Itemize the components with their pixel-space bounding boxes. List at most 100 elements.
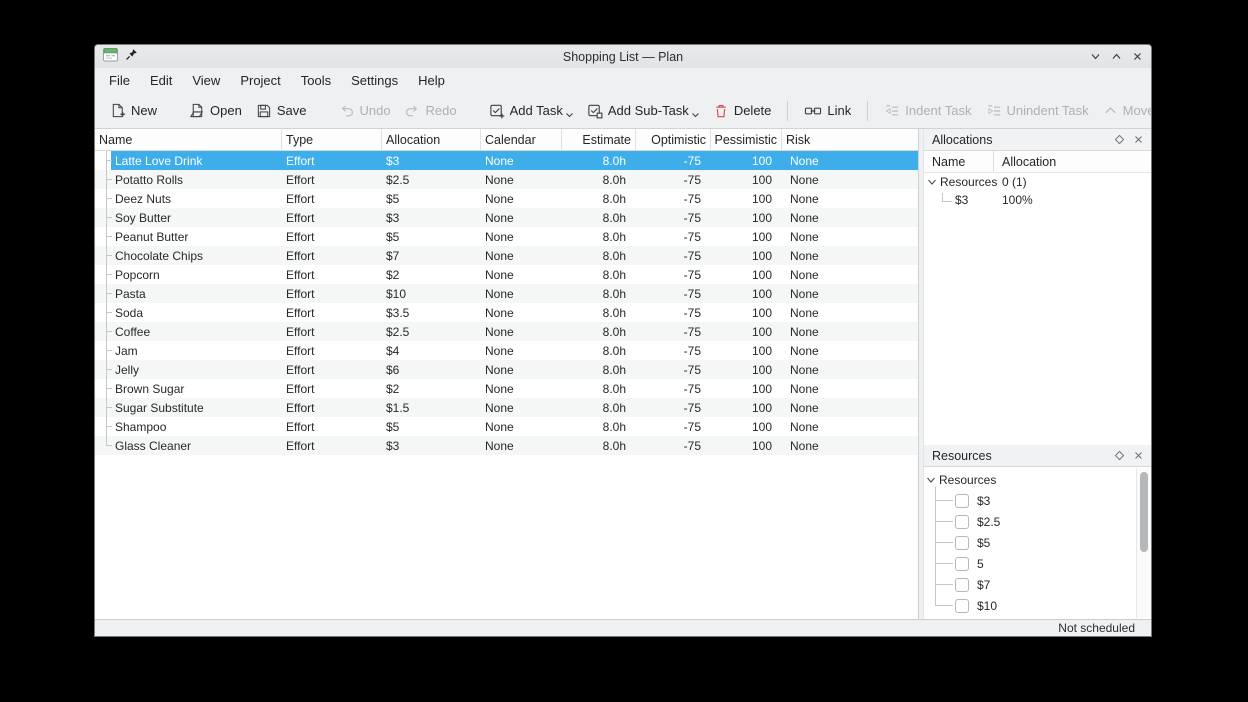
cell-estimate[interactable]: 8.0h: [562, 417, 636, 436]
cell-name[interactable]: Jam: [111, 341, 282, 360]
cell-estimate[interactable]: 8.0h: [562, 398, 636, 417]
cell-name[interactable]: Pasta: [111, 284, 282, 303]
cell-type[interactable]: Effort: [282, 151, 382, 170]
scrollbar-thumb[interactable]: [1140, 472, 1148, 552]
close-panel-icon[interactable]: [1134, 449, 1143, 463]
cell-allocation[interactable]: $5: [382, 227, 481, 246]
cell-calendar[interactable]: None: [481, 284, 562, 303]
column-header-allocation[interactable]: Allocation: [382, 129, 481, 150]
cell-pessimistic[interactable]: 100: [711, 303, 782, 322]
resources-scrollbar[interactable]: [1136, 468, 1151, 618]
cell-estimate[interactable]: 8.0h: [562, 208, 636, 227]
resource-checkbox[interactable]: [955, 577, 969, 592]
cell-pessimistic[interactable]: 100: [711, 341, 782, 360]
cell-optimistic[interactable]: -75: [636, 341, 711, 360]
cell-type[interactable]: Effort: [282, 284, 382, 303]
cell-name[interactable]: Potatto Rolls: [111, 170, 282, 189]
cell-pessimistic[interactable]: 100: [711, 284, 782, 303]
table-row[interactable]: Latte Love Drink Effort $3 None 8.0h -75 100 No…: [95, 151, 918, 170]
cell-estimate[interactable]: 8.0h: [562, 227, 636, 246]
expand-caret-icon[interactable]: [927, 177, 937, 187]
cell-calendar[interactable]: None: [481, 227, 562, 246]
resource-item[interactable]: $2.5: [924, 511, 1151, 532]
cell-calendar[interactable]: None: [481, 189, 562, 208]
cell-name[interactable]: Latte Love Drink: [111, 151, 282, 170]
resource-item[interactable]: $10: [924, 595, 1151, 616]
cell-allocation[interactable]: $2: [382, 379, 481, 398]
alloc-col-name[interactable]: Name: [924, 151, 994, 172]
cell-risk[interactable]: None: [782, 170, 918, 189]
cell-calendar[interactable]: None: [481, 303, 562, 322]
cell-estimate[interactable]: 8.0h: [562, 436, 636, 455]
cell-risk[interactable]: None: [782, 360, 918, 379]
resources-root-row[interactable]: Resources: [924, 470, 1151, 490]
cell-calendar[interactable]: None: [481, 265, 562, 284]
cell-pessimistic[interactable]: 100: [711, 208, 782, 227]
column-header-name[interactable]: Name: [95, 129, 282, 150]
resource-item[interactable]: $3: [924, 490, 1151, 511]
cell-name[interactable]: Chocolate Chips: [111, 246, 282, 265]
resource-checkbox[interactable]: [955, 493, 969, 508]
cell-allocation[interactable]: $3: [382, 208, 481, 227]
cell-optimistic[interactable]: -75: [636, 284, 711, 303]
redo-button[interactable]: Redo: [398, 99, 464, 123]
cell-type[interactable]: Effort: [282, 246, 382, 265]
cell-allocation[interactable]: $3: [382, 151, 481, 170]
cell-calendar[interactable]: None: [481, 151, 562, 170]
table-row[interactable]: Shampoo Effort $5 None 8.0h -75 100 None: [95, 417, 918, 436]
cell-allocation[interactable]: $3.5: [382, 303, 481, 322]
cell-optimistic[interactable]: -75: [636, 360, 711, 379]
cell-name[interactable]: Brown Sugar: [111, 379, 282, 398]
cell-risk[interactable]: None: [782, 151, 918, 170]
cell-estimate[interactable]: 8.0h: [562, 170, 636, 189]
minimize-button[interactable]: [1090, 51, 1101, 62]
unindent-task-button[interactable]: Unindent Task: [979, 99, 1096, 123]
pin-icon[interactable]: [125, 48, 138, 66]
cell-name[interactable]: Soy Butter: [111, 208, 282, 227]
cell-type[interactable]: Effort: [282, 360, 382, 379]
cell-type[interactable]: Effort: [282, 189, 382, 208]
cell-allocation[interactable]: $4: [382, 341, 481, 360]
cell-risk[interactable]: None: [782, 379, 918, 398]
resource-checkbox[interactable]: [955, 556, 969, 571]
cell-estimate[interactable]: 8.0h: [562, 189, 636, 208]
cell-type[interactable]: Effort: [282, 208, 382, 227]
table-row[interactable]: Brown Sugar Effort $2 None 8.0h -75 100 None: [95, 379, 918, 398]
cell-risk[interactable]: None: [782, 208, 918, 227]
cell-risk[interactable]: None: [782, 227, 918, 246]
cell-name[interactable]: Peanut Butter: [111, 227, 282, 246]
cell-optimistic[interactable]: -75: [636, 208, 711, 227]
cell-optimistic[interactable]: -75: [636, 303, 711, 322]
cell-pessimistic[interactable]: 100: [711, 246, 782, 265]
cell-allocation[interactable]: $7: [382, 246, 481, 265]
cell-pessimistic[interactable]: 100: [711, 379, 782, 398]
float-panel-icon[interactable]: [1114, 449, 1125, 463]
cell-estimate[interactable]: 8.0h: [562, 284, 636, 303]
menu-view[interactable]: View: [182, 70, 230, 91]
column-header-estimate[interactable]: Estimate: [562, 129, 636, 150]
cell-calendar[interactable]: None: [481, 246, 562, 265]
cell-allocation[interactable]: $3: [382, 436, 481, 455]
cell-pessimistic[interactable]: 100: [711, 436, 782, 455]
cell-allocation[interactable]: $2: [382, 265, 481, 284]
cell-pessimistic[interactable]: 100: [711, 151, 782, 170]
new-button[interactable]: New: [103, 99, 164, 123]
cell-calendar[interactable]: None: [481, 398, 562, 417]
cell-allocation[interactable]: $2.5: [382, 170, 481, 189]
cell-name[interactable]: Shampoo: [111, 417, 282, 436]
cell-pessimistic[interactable]: 100: [711, 170, 782, 189]
cell-type[interactable]: Effort: [282, 322, 382, 341]
resource-checkbox[interactable]: [955, 598, 969, 613]
cell-pessimistic[interactable]: 100: [711, 227, 782, 246]
cell-risk[interactable]: None: [782, 341, 918, 360]
link-button[interactable]: Link: [797, 99, 858, 123]
cell-risk[interactable]: None: [782, 303, 918, 322]
cell-optimistic[interactable]: -75: [636, 246, 711, 265]
move-up-button[interactable]: Move Up: [1096, 99, 1151, 122]
cell-calendar[interactable]: None: [481, 417, 562, 436]
cell-optimistic[interactable]: -75: [636, 398, 711, 417]
resource-checkbox[interactable]: [955, 514, 969, 529]
column-header-calendar[interactable]: Calendar: [481, 129, 562, 150]
cell-pessimistic[interactable]: 100: [711, 265, 782, 284]
cell-estimate[interactable]: 8.0h: [562, 151, 636, 170]
